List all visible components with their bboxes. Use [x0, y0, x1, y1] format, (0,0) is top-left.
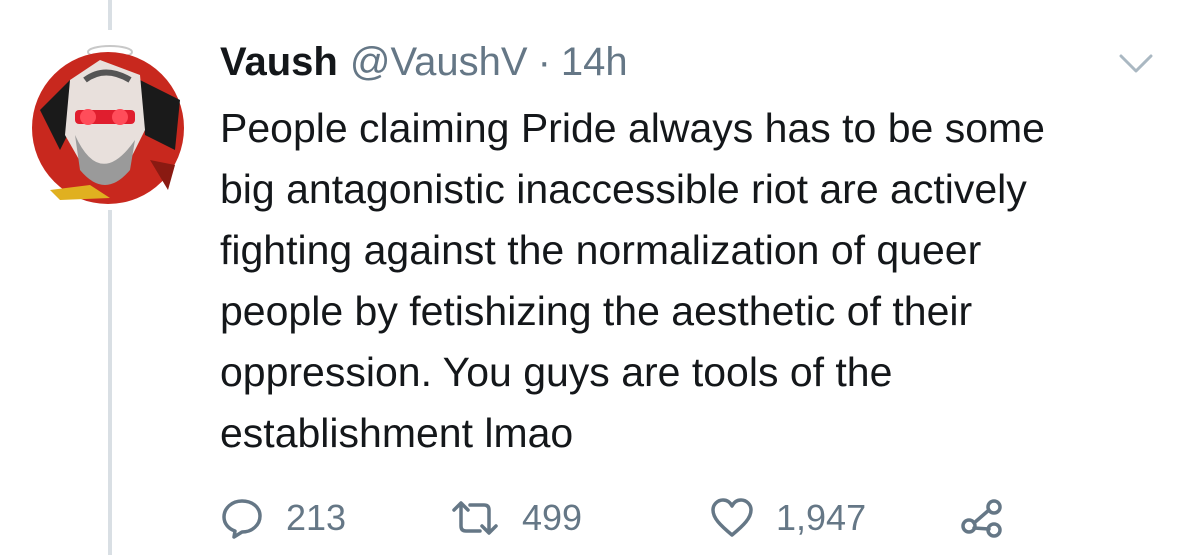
timestamp[interactable]: 14h [561, 40, 628, 85]
share-button[interactable] [960, 494, 1004, 542]
tweet-text-line: oppression. You guys are tools of the [220, 349, 893, 395]
reply-button[interactable]: 213 [220, 494, 346, 542]
thread-line-top [108, 0, 112, 30]
display-name[interactable]: Vaush [220, 40, 338, 85]
reply-count: 213 [286, 497, 347, 538]
retweet-icon [452, 501, 498, 535]
like-button[interactable]: 1,947 [710, 494, 866, 542]
user-handle[interactable]: @VaushV [350, 40, 528, 85]
separator-dot: · [537, 40, 551, 84]
heart-icon [711, 498, 753, 537]
tweet-text-line: people by fetishizing the aesthetic of t… [220, 288, 973, 334]
tweet-text-line: fighting against the normalization of qu… [220, 227, 982, 273]
tweet-text: People claiming Pride always has to be s… [220, 98, 1180, 464]
reply-icon [222, 499, 262, 539]
retweet-count: 499 [522, 497, 583, 538]
avatar[interactable] [30, 40, 185, 205]
tweet-menu-button[interactable] [1118, 52, 1154, 76]
tweet-header: Vaush @VaushV · 14h [220, 40, 628, 90]
like-count: 1,947 [776, 497, 867, 538]
thread-line-bottom [108, 210, 112, 555]
tweet-text-line: People claiming Pride always has to be s… [220, 105, 1045, 151]
tweet-text-line: establishment lmao [220, 410, 574, 456]
tweet-text-line: big antagonistic inaccessible riot are a… [220, 166, 1027, 212]
cartoon-avatar-icon [32, 45, 184, 204]
share-icon [961, 499, 1002, 538]
retweet-button[interactable]: 499 [450, 494, 582, 542]
tweet-actions: 213 499 1,947 [220, 494, 1200, 544]
chevron-down-icon [1119, 54, 1153, 73]
